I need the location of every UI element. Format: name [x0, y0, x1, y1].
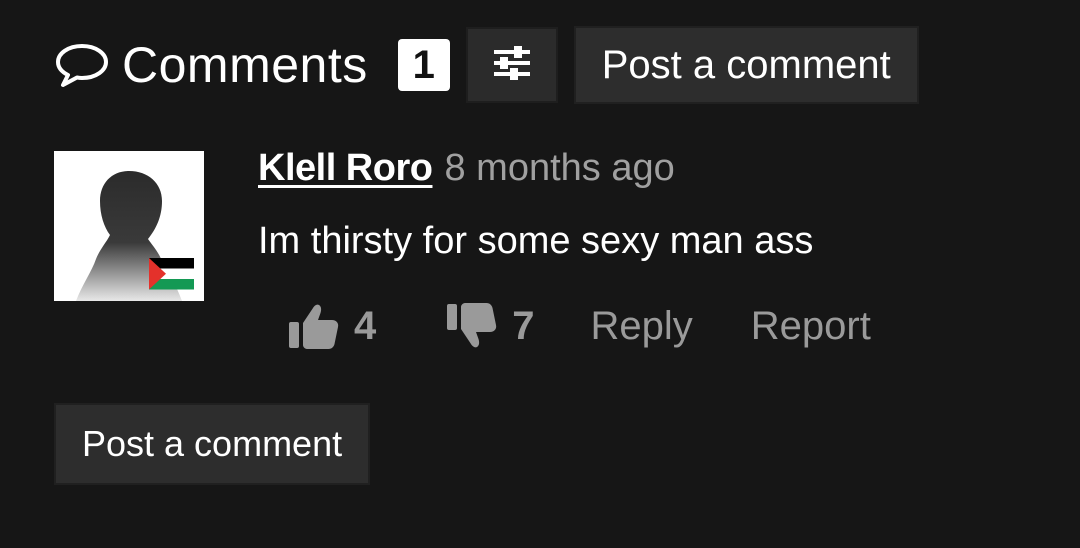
thumbs-down-icon [446, 302, 498, 350]
thumbs-up-icon [288, 302, 340, 350]
reply-button[interactable]: Reply [591, 304, 693, 349]
dislike-button[interactable]: 7 [446, 302, 535, 350]
dislike-count: 7 [512, 303, 535, 348]
like-count: 4 [354, 303, 377, 348]
speech-bubble-icon [54, 41, 110, 89]
palestine-flag-icon [149, 258, 194, 290]
comment-timestamp: 8 months ago [444, 146, 675, 189]
comment-meta: Klell Roro 8 months ago [258, 140, 1038, 196]
comments-section: Comments 1 Post a comment Klell Roro 8 m… [0, 0, 1080, 548]
comment-count-badge: 1 [397, 39, 450, 91]
comments-header: Comments 1 Post a comment [54, 26, 919, 104]
like-button[interactable]: 4 [288, 302, 376, 350]
comment: Klell Roro 8 months ago Im thirsty for s… [258, 140, 1038, 263]
sliders-icon [492, 45, 532, 86]
sort-options-button[interactable] [465, 27, 558, 103]
post-comment-button-bottom[interactable]: Post a comment [54, 403, 371, 485]
comment-text: Im thirsty for some sexy man ass [258, 220, 814, 262]
comment-author-link[interactable]: Klell Roro [258, 147, 433, 190]
comment-actions: 4 7 Reply Report [288, 296, 871, 356]
avatar[interactable] [54, 151, 204, 301]
post-comment-button-top[interactable]: Post a comment [573, 26, 919, 104]
report-button[interactable]: Report [751, 304, 871, 349]
comments-title: Comments [122, 37, 368, 93]
